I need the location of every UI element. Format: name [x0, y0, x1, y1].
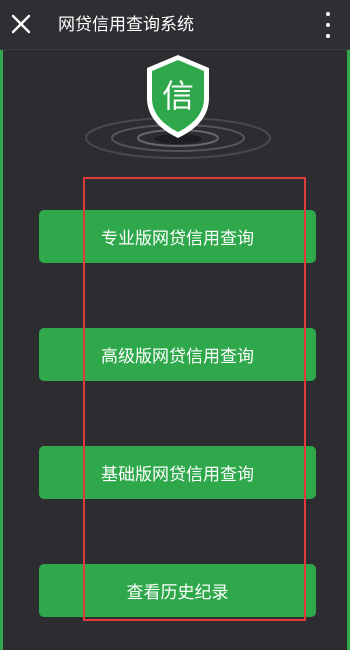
advanced-credit-query-button[interactable]: 高级版网贷信用查询	[39, 328, 316, 381]
shield-character: 信	[162, 77, 194, 115]
view-history-button[interactable]: 查看历史纪录	[39, 564, 316, 617]
credit-shield-logo: 信	[83, 50, 273, 162]
professional-credit-query-button[interactable]: 专业版网贷信用查询	[39, 210, 316, 263]
main-content: 信 专业版网贷信用查询 高级版网贷信用查询 基础版网贷信用查询 查看历史纪录	[0, 50, 350, 650]
more-options-button[interactable]	[320, 12, 336, 38]
top-navigation-bar: 网贷信用查询系统	[0, 0, 350, 50]
close-icon	[11, 14, 31, 34]
page-title: 网贷信用查询系统	[58, 15, 194, 35]
close-button[interactable]	[6, 9, 36, 39]
more-vertical-icon	[326, 12, 330, 16]
basic-credit-query-button[interactable]: 基础版网贷信用查询	[39, 446, 316, 499]
